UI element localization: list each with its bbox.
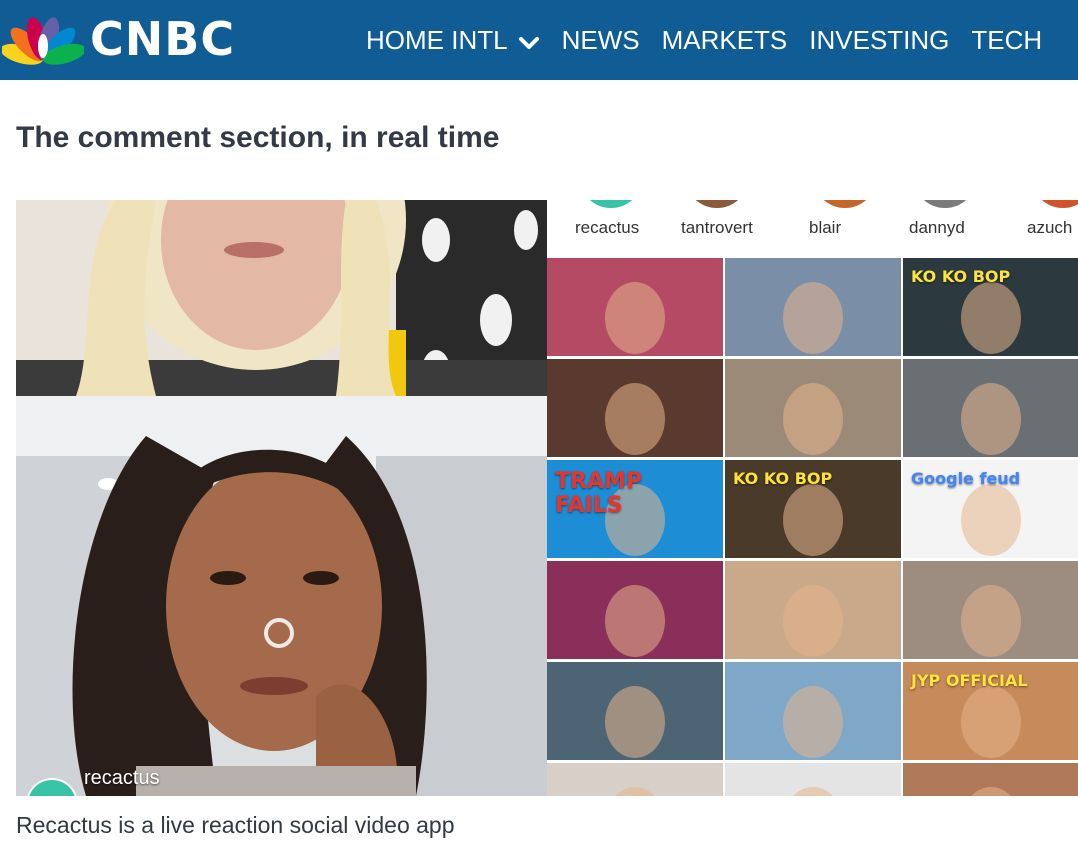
thumbnail-image [961,383,1021,455]
thumbnail-image [605,686,665,758]
viewer-camera-feed [16,200,547,396]
user-avatar[interactable] [579,200,643,208]
thumbnail-image [783,383,843,455]
video-thumbnail[interactable] [725,359,901,457]
user-avatar[interactable] [913,200,977,208]
user-name[interactable]: azuch [1027,218,1072,238]
nav-item-investing[interactable]: INVESTING [809,22,949,58]
thumbnail-image [971,787,1011,796]
video-thumbnail[interactable] [725,662,901,760]
video-thumbnail[interactable] [903,561,1078,659]
video-thumbnail[interactable] [547,258,723,356]
video-thumbnail[interactable] [725,258,901,356]
thumbnail-image [961,585,1021,657]
user-avatar[interactable] [813,200,877,208]
article-image: recactus recactus tantrovert blair dannyd az… [16,200,1078,796]
peacock-icon [0,17,86,65]
article-headline: The comment section, in real time [16,121,500,154]
peacock-body [38,34,48,58]
loading-spinner-icon [264,618,294,648]
user-name[interactable]: recactus [575,218,639,238]
nav-item-label: HOME INTL [366,25,508,55]
chevron-down-icon[interactable] [518,24,540,60]
video-thumbnail[interactable]: KO KO BOP [903,258,1078,356]
nav-item-home-intl[interactable]: HOME INTL [366,22,540,60]
video-thumbnail[interactable] [903,359,1078,457]
image-caption: Recactus is a live reaction social video… [16,812,455,838]
thumbnail-image [793,787,833,796]
thumbnail-title: KO KO BOP [733,469,833,488]
broadcaster-username: recactus [84,767,160,789]
thumbnail-image [783,585,843,657]
app-feed: recactus tantrovert blair dannyd azuch KO KO… [547,200,1078,796]
video-thumbnail[interactable] [725,763,901,796]
thumbnail-image [783,282,843,354]
video-thumbnail[interactable] [547,359,723,457]
thumbnail-title: Google feud [911,469,1021,488]
thumbnail-image [605,282,665,354]
nav-item-news[interactable]: NEWS [562,22,640,58]
brand-wordmark: CNBC [90,12,236,66]
cnbc-logo[interactable]: CNBC [0,8,302,70]
video-thumbnail[interactable] [725,561,901,659]
user-name[interactable]: tantrovert [681,218,753,238]
video-thumbnail[interactable]: JYP OFFICIAL [903,662,1078,760]
thumbnail-image [615,787,655,796]
broadcaster-camera-feed [16,396,547,796]
thumbnail-image [605,585,665,657]
thumbnail-title: KO KO BOP [911,267,1011,286]
video-thumbnail[interactable]: KO KO BOP [725,460,901,558]
nav-item-markets[interactable]: MARKETS [662,22,788,58]
thumbnail-image [605,383,665,455]
user-avatar[interactable] [685,200,749,208]
user-name[interactable]: blair [809,218,841,238]
thumbnail-title: TRAMP FAILS [555,469,642,519]
nav-item-label: INVESTING [809,25,950,55]
live-reaction-video: recactus [16,200,547,796]
video-thumbnail[interactable] [903,763,1078,796]
video-thumbnail[interactable] [547,662,723,760]
video-thumbnail[interactable] [547,763,723,796]
nav-item-label: TECH [971,25,1043,55]
video-thumbnail[interactable] [547,561,723,659]
site-header: CNBC HOME INTL NEWS MARKETS INVESTING TECH [0,0,1078,80]
user-name[interactable]: dannyd [909,218,965,238]
video-thumbnail[interactable]: Google feud [903,460,1078,558]
user-avatar[interactable] [1031,200,1078,208]
thumbnail-image [783,686,843,758]
video-thumbnail[interactable]: TRAMP FAILS [547,460,723,558]
nav-item-label: MARKETS [661,25,788,55]
nav-item-tech[interactable]: TECH [971,22,1042,58]
main-nav: HOME INTL NEWS MARKETS INVESTING TECH [366,22,1064,58]
nav-item-label: NEWS [561,25,640,55]
user-strip: recactus tantrovert blair dannyd azuch [547,200,1078,256]
thumbnail-title: JYP OFFICIAL [911,671,1028,690]
